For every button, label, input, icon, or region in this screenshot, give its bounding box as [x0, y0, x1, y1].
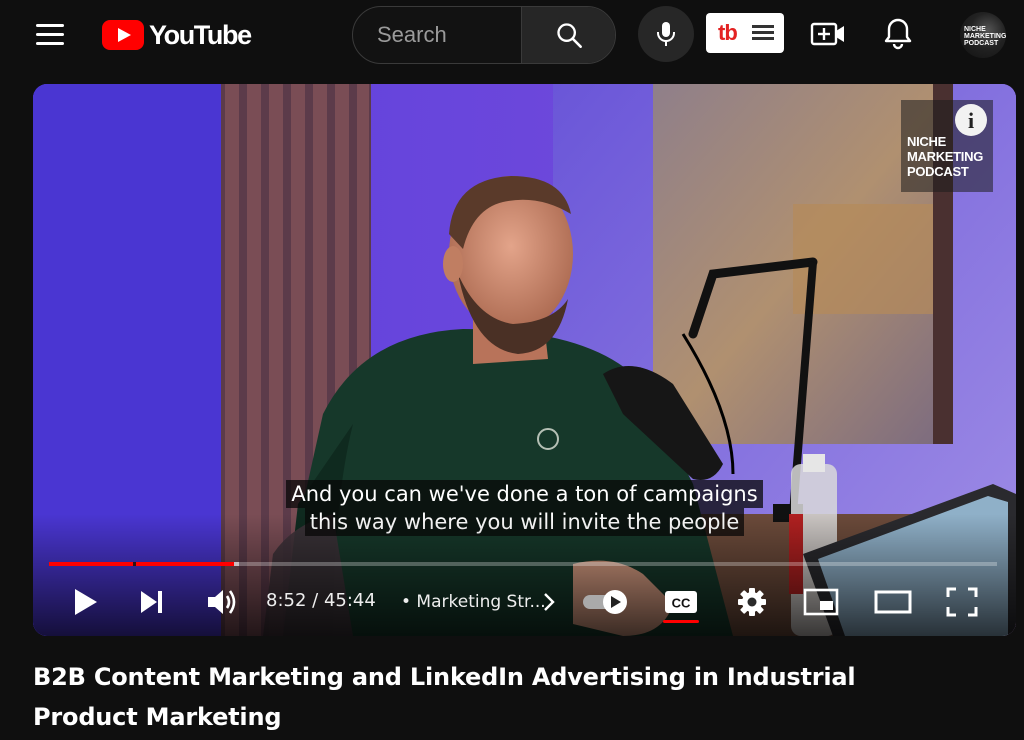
- video-player[interactable]: NICHE MARKETING PODCAST i And you can we…: [33, 84, 1016, 636]
- youtube-play-icon: [102, 20, 144, 50]
- time-total: 45:44: [323, 590, 376, 611]
- autoplay-toggle[interactable]: [581, 589, 631, 615]
- next-button[interactable]: [137, 584, 167, 620]
- time-current: 8:52: [266, 590, 307, 611]
- search-button[interactable]: [521, 7, 615, 63]
- subtitles-button[interactable]: CC: [663, 584, 699, 620]
- video-camera-plus-icon: [810, 22, 844, 46]
- theater-mode-button[interactable]: [873, 584, 913, 620]
- fullscreen-icon: [946, 587, 978, 617]
- chapter-divider: [133, 562, 136, 566]
- caption-line-1: And you can we've done a ton of campaign…: [286, 480, 763, 508]
- time-display: 8:52 / 45:44: [266, 590, 376, 611]
- voice-search-button[interactable]: [638, 6, 694, 62]
- watermark-text: NICHE MARKETING PODCAST: [907, 134, 984, 179]
- menu-icon[interactable]: [36, 24, 64, 46]
- fullscreen-button[interactable]: [945, 584, 979, 620]
- search-icon: [557, 23, 582, 48]
- skip-next-icon: [141, 591, 162, 613]
- play-icon: [75, 589, 97, 615]
- progress-bar[interactable]: [49, 562, 997, 566]
- svg-text:CC: CC: [672, 596, 691, 611]
- video-title: B2B Content Marketing and LinkedIn Adver…: [33, 663, 856, 731]
- bell-icon: [884, 18, 912, 50]
- mute-button[interactable]: [205, 584, 239, 620]
- search-box: [352, 6, 616, 64]
- masthead: YouTube tb: [0, 0, 1024, 72]
- microphone-icon: [657, 22, 675, 46]
- miniplayer-button[interactable]: [803, 584, 839, 620]
- search-input[interactable]: [353, 7, 545, 63]
- chapter-title[interactable]: • Marketing Str...: [401, 592, 546, 612]
- autoplay-icon: [583, 590, 627, 614]
- miniplayer-icon: [803, 588, 839, 616]
- info-card-button[interactable]: i: [955, 104, 987, 136]
- logo-text: YouTube: [149, 19, 252, 50]
- tubebuddy-logo: tb: [718, 20, 738, 45]
- progress-played: [49, 562, 234, 566]
- info-icon: i: [967, 108, 975, 133]
- play-button[interactable]: [71, 584, 101, 620]
- avatar-text: NICHE MARKETING PODCAST: [964, 26, 1006, 47]
- settings-button[interactable]: [735, 584, 769, 620]
- controls-gradient: [33, 514, 1016, 636]
- youtube-logo[interactable]: YouTube: [102, 18, 252, 52]
- subtitles-active-indicator: [663, 620, 699, 623]
- theater-mode-icon: [874, 590, 912, 614]
- account-avatar[interactable]: NICHE MARKETING PODCAST: [960, 12, 1006, 58]
- tubebuddy-menu-icon: [752, 25, 774, 41]
- gear-icon: [738, 588, 766, 616]
- tubebuddy-extension-button[interactable]: tb: [706, 13, 784, 53]
- volume-icon: [208, 590, 236, 614]
- create-button[interactable]: [808, 14, 848, 54]
- closed-captions-icon: CC: [665, 591, 697, 613]
- chevron-right-icon: [544, 593, 555, 611]
- time-separator: /: [306, 590, 324, 611]
- chapter-chevron[interactable]: [541, 590, 557, 614]
- notifications-button[interactable]: [878, 14, 918, 54]
